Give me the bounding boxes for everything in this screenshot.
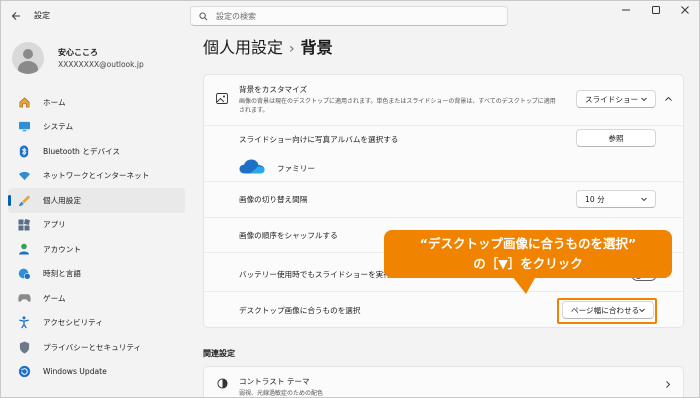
sidebar-item-label: Bluetooth とデバイス: [43, 146, 121, 156]
monitor-icon: [17, 120, 31, 134]
sidebar-item-label: アプリ: [43, 220, 66, 230]
sidebar-item-privacy[interactable]: プライバシーとセキュリティ: [8, 335, 185, 360]
search-box[interactable]: [190, 6, 508, 26]
page-title: 背景: [300, 38, 333, 57]
sidebar-item-accessibility[interactable]: アクセシビリティ: [8, 311, 185, 336]
user-name: 安心こころ: [58, 48, 98, 57]
background-title: 背景をカスタマイズ: [239, 85, 308, 94]
back-button[interactable]: [6, 6, 26, 26]
avatar: [12, 42, 44, 74]
contrast-theme-card[interactable]: コントラスト テーマ 弱視、光線過敏症のための配色: [203, 366, 684, 398]
album-name[interactable]: ファミリー: [277, 163, 315, 174]
maximize-icon: [652, 6, 660, 14]
fit-value: ページ幅に合わせる: [571, 305, 640, 315]
sidebar-item-label: ネットワークとインターネット: [43, 171, 150, 181]
user-email: XXXXXXXX@outlook.jp: [58, 60, 144, 69]
callout-line-2: の［▼］をクリック: [473, 256, 583, 271]
wifi-icon: [17, 169, 31, 183]
browse-button-label: 参照: [608, 133, 624, 143]
shield-icon: [17, 340, 31, 354]
breadcrumb-parent[interactable]: 個人用設定: [203, 38, 283, 57]
contrast-title: コントラスト テーマ: [239, 377, 310, 386]
sidebar-item-accounts[interactable]: アカウント: [8, 237, 185, 262]
instruction-callout: “デスクトップ画像に合うものを選択” の［▼］をクリック: [384, 230, 672, 278]
sidebar-item-personalization[interactable]: 個人用設定: [8, 188, 185, 213]
chevron-right-icon: [664, 380, 672, 391]
user-profile[interactable]: 安心こころ XXXXXXXX@outlook.jp: [12, 40, 187, 76]
close-icon: [681, 6, 689, 14]
callout-line-1: “デスクトップ画像に合うものを選択”: [419, 236, 637, 251]
background-description-1: 画像の背景は現在のデスクトップに適用されます。単色またはスライドショーの背景は、…: [239, 98, 556, 105]
picture-icon: [216, 93, 228, 106]
sidebar-item-label: システム: [43, 122, 74, 132]
app-title: 設定: [34, 11, 50, 20]
home-icon: [17, 95, 31, 109]
background-description-2: されます。: [239, 107, 269, 114]
brush-icon: [17, 193, 31, 207]
sidebar-item-windows-update[interactable]: Windows Update: [8, 360, 185, 385]
contrast-subtitle: 弱視、光線過敏症のための配色: [239, 390, 324, 397]
minimize-icon: [622, 9, 630, 11]
background-type-value: スライドショー: [585, 94, 639, 104]
sidebar-item-label: ホーム: [43, 97, 66, 107]
sidebar-nav: ホーム システム Bluetooth とデバイス ネットワークとインターネット …: [8, 90, 185, 384]
album-label: スライドショー向けに写真アルバムを選択する: [239, 135, 399, 144]
gamepad-icon: [17, 291, 31, 305]
apps-icon: [17, 218, 31, 232]
sidebar-item-gaming[interactable]: ゲーム: [8, 286, 185, 311]
accessibility-icon: [17, 316, 31, 330]
browse-button[interactable]: 参照: [576, 129, 656, 147]
titlebar: 設定: [0, 0, 700, 32]
breadcrumb: 個人用設定 › 背景: [203, 34, 333, 58]
chevron-down-icon: [640, 195, 648, 205]
sidebar-item-label: アクセシビリティ: [43, 318, 103, 328]
sidebar-item-label: 時刻と言語: [43, 269, 81, 279]
interval-label: 画像の切り替え間隔: [239, 195, 308, 204]
fit-row: デスクトップ画像に合うものを選択 ページ幅に合わせる: [204, 292, 683, 329]
callout-tail: [512, 276, 536, 294]
collapse-chevron-icon[interactable]: [664, 95, 673, 105]
sidebar-item-label: Windows Update: [43, 367, 107, 377]
sidebar-item-system[interactable]: システム: [8, 115, 185, 140]
back-arrow-icon: [11, 12, 20, 20]
search-icon: [199, 11, 208, 20]
sidebar-item-network[interactable]: ネットワークとインターネット: [8, 164, 185, 189]
fit-dropdown[interactable]: ページ幅に合わせる: [562, 301, 654, 319]
maximize-button[interactable]: [641, 0, 671, 20]
globe-clock-icon: [17, 267, 31, 281]
background-type-dropdown[interactable]: スライドショー: [576, 90, 656, 108]
interval-row: 画像の切り替え間隔 10 分: [204, 182, 683, 217]
sidebar-item-home[interactable]: ホーム: [8, 90, 185, 115]
related-settings-title: 関連設定: [203, 349, 235, 358]
search-input[interactable]: [216, 11, 476, 21]
interval-dropdown[interactable]: 10 分: [576, 190, 656, 208]
sidebar-item-label: ゲーム: [43, 293, 66, 303]
contrast-icon: [217, 378, 228, 391]
onedrive-cloud-icon: [239, 159, 265, 176]
sidebar-item-bluetooth[interactable]: Bluetooth とデバイス: [8, 139, 185, 164]
battery-label: バッテリー使用時でもスライドショーを実行する: [239, 270, 407, 279]
chevron-down-icon: [638, 306, 646, 316]
update-icon: [17, 365, 31, 379]
chevron-down-icon: [640, 95, 648, 105]
chevron-right-icon: ›: [289, 41, 295, 57]
interval-value: 10 分: [585, 194, 605, 204]
background-type-row: 背景をカスタマイズ 画像の背景は現在のデスクトップに適用されます。単色またはスラ…: [204, 75, 683, 125]
sidebar-item-label: アカウント: [43, 244, 81, 254]
bluetooth-icon: [17, 144, 31, 158]
fit-label: デスクトップ画像に合うものを選択: [239, 306, 361, 315]
minimize-button[interactable]: [611, 0, 641, 20]
close-button[interactable]: [670, 0, 700, 20]
sidebar-item-label: 個人用設定: [43, 195, 81, 205]
album-row: スライドショー向けに写真アルバムを選択する 参照 ファミリー: [204, 126, 683, 181]
sidebar-item-apps[interactable]: アプリ: [8, 213, 185, 238]
sidebar-item-time-language[interactable]: 時刻と言語: [8, 262, 185, 287]
account-icon: [17, 242, 31, 256]
shuffle-label: 画像の順序をシャッフルする: [239, 231, 338, 240]
sidebar-item-label: プライバシーとセキュリティ: [43, 342, 142, 352]
background-settings-card: 背景をカスタマイズ 画像の背景は現在のデスクトップに適用されます。単色またはスラ…: [203, 74, 684, 328]
